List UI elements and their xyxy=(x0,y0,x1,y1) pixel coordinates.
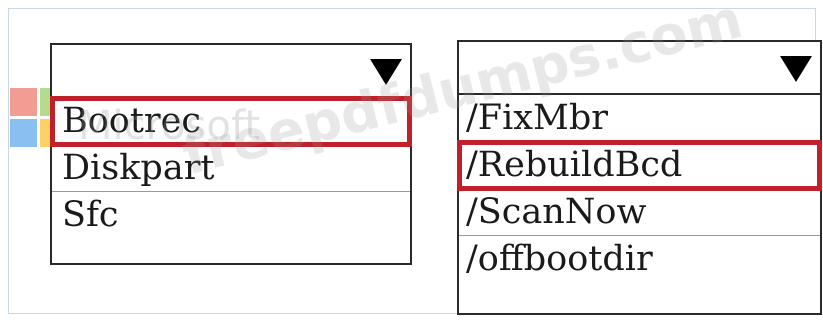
option-offbootdir[interactable]: /offbootdir xyxy=(459,236,820,283)
parameter-dropdown[interactable]: /FixMbr /RebuildBcd /ScanNow /offbootdir xyxy=(457,40,822,315)
command-dropdown-header[interactable] xyxy=(52,45,410,98)
option-rebuildbcd[interactable]: /RebuildBcd xyxy=(457,140,822,191)
option-scannow[interactable]: /ScanNow xyxy=(459,189,820,236)
parameter-dropdown-header[interactable] xyxy=(459,42,820,95)
option-sfc[interactable]: Sfc xyxy=(52,192,410,239)
dropdown-arrow-icon[interactable] xyxy=(370,59,402,85)
option-fixmbr[interactable]: /FixMbr xyxy=(459,95,820,142)
dropdown-arrow-icon[interactable] xyxy=(780,56,812,82)
option-diskpart[interactable]: Diskpart xyxy=(52,145,410,192)
command-dropdown[interactable]: Bootrec Diskpart Sfc xyxy=(50,43,412,265)
option-bootrec[interactable]: Bootrec xyxy=(50,96,412,147)
canvas: Bootrec Diskpart Sfc /FixMbr /RebuildBcd… xyxy=(0,0,823,321)
